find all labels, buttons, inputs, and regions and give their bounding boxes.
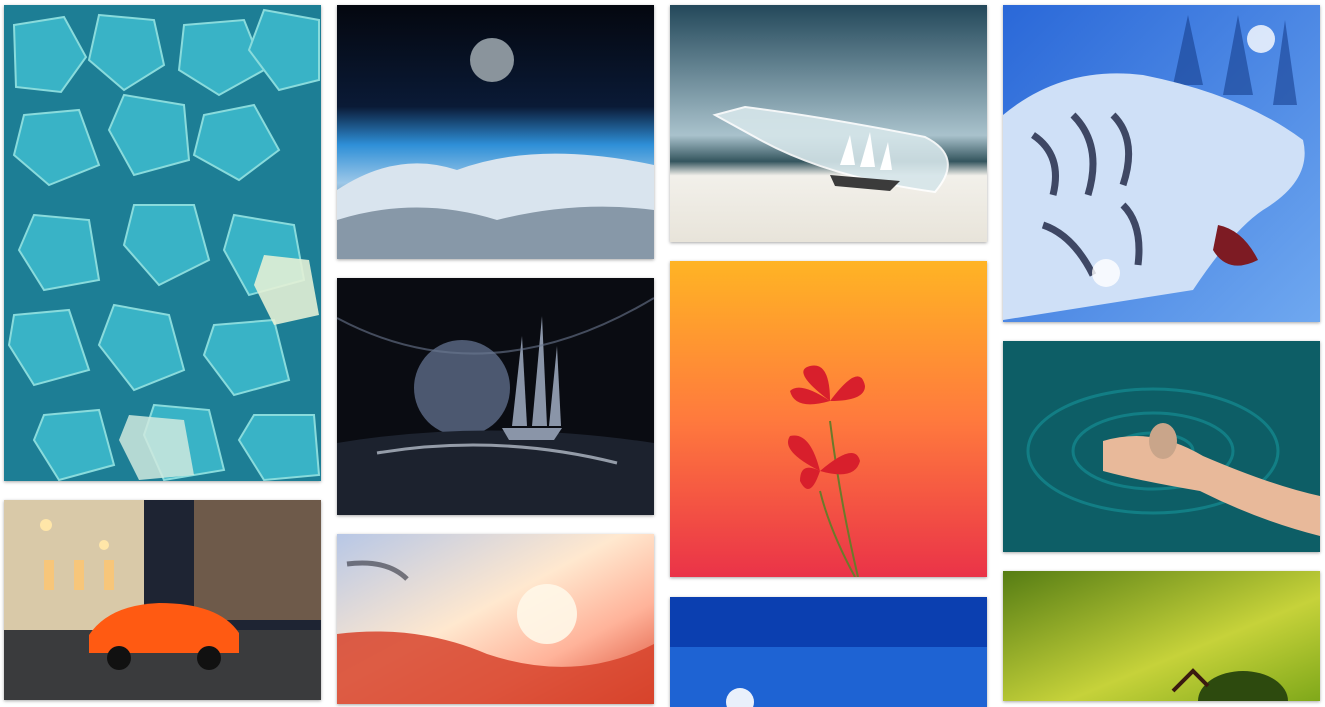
white-tiger-art: [1003, 5, 1320, 322]
gallery-tile-sunset-sky[interactable]: [337, 534, 654, 704]
sunset-sky-photo: [337, 534, 654, 704]
gallery-tile-green-macro[interactable]: [1003, 571, 1320, 701]
sports-car-photo: [4, 500, 321, 700]
ship-bottle-photo: [670, 5, 987, 242]
gallery-tile-blue-sky[interactable]: [670, 597, 987, 707]
gallery-tile-hand-water[interactable]: [1003, 341, 1320, 552]
green-macro-photo: [1003, 571, 1320, 701]
gallery-tile-ship-in-bottle[interactable]: [670, 5, 987, 242]
gallery-tile-night-street-car[interactable]: [4, 500, 321, 700]
ghost-ship-photo: [337, 278, 654, 515]
blue-sky-photo: [670, 597, 987, 707]
gallery-tile-earth-orbit[interactable]: [337, 5, 654, 259]
earth-orbit-photo: [337, 5, 654, 259]
gallery-tile-red-flower[interactable]: [670, 261, 987, 577]
hand-water-photo: [1003, 341, 1320, 552]
red-flower-art: [670, 261, 987, 577]
blue-candy-photo: [4, 5, 321, 481]
gallery-tile-blue-candy[interactable]: [4, 5, 321, 481]
gallery-tile-ghost-ship-moon[interactable]: [337, 278, 654, 515]
gallery-tile-white-tiger[interactable]: [1003, 5, 1320, 322]
